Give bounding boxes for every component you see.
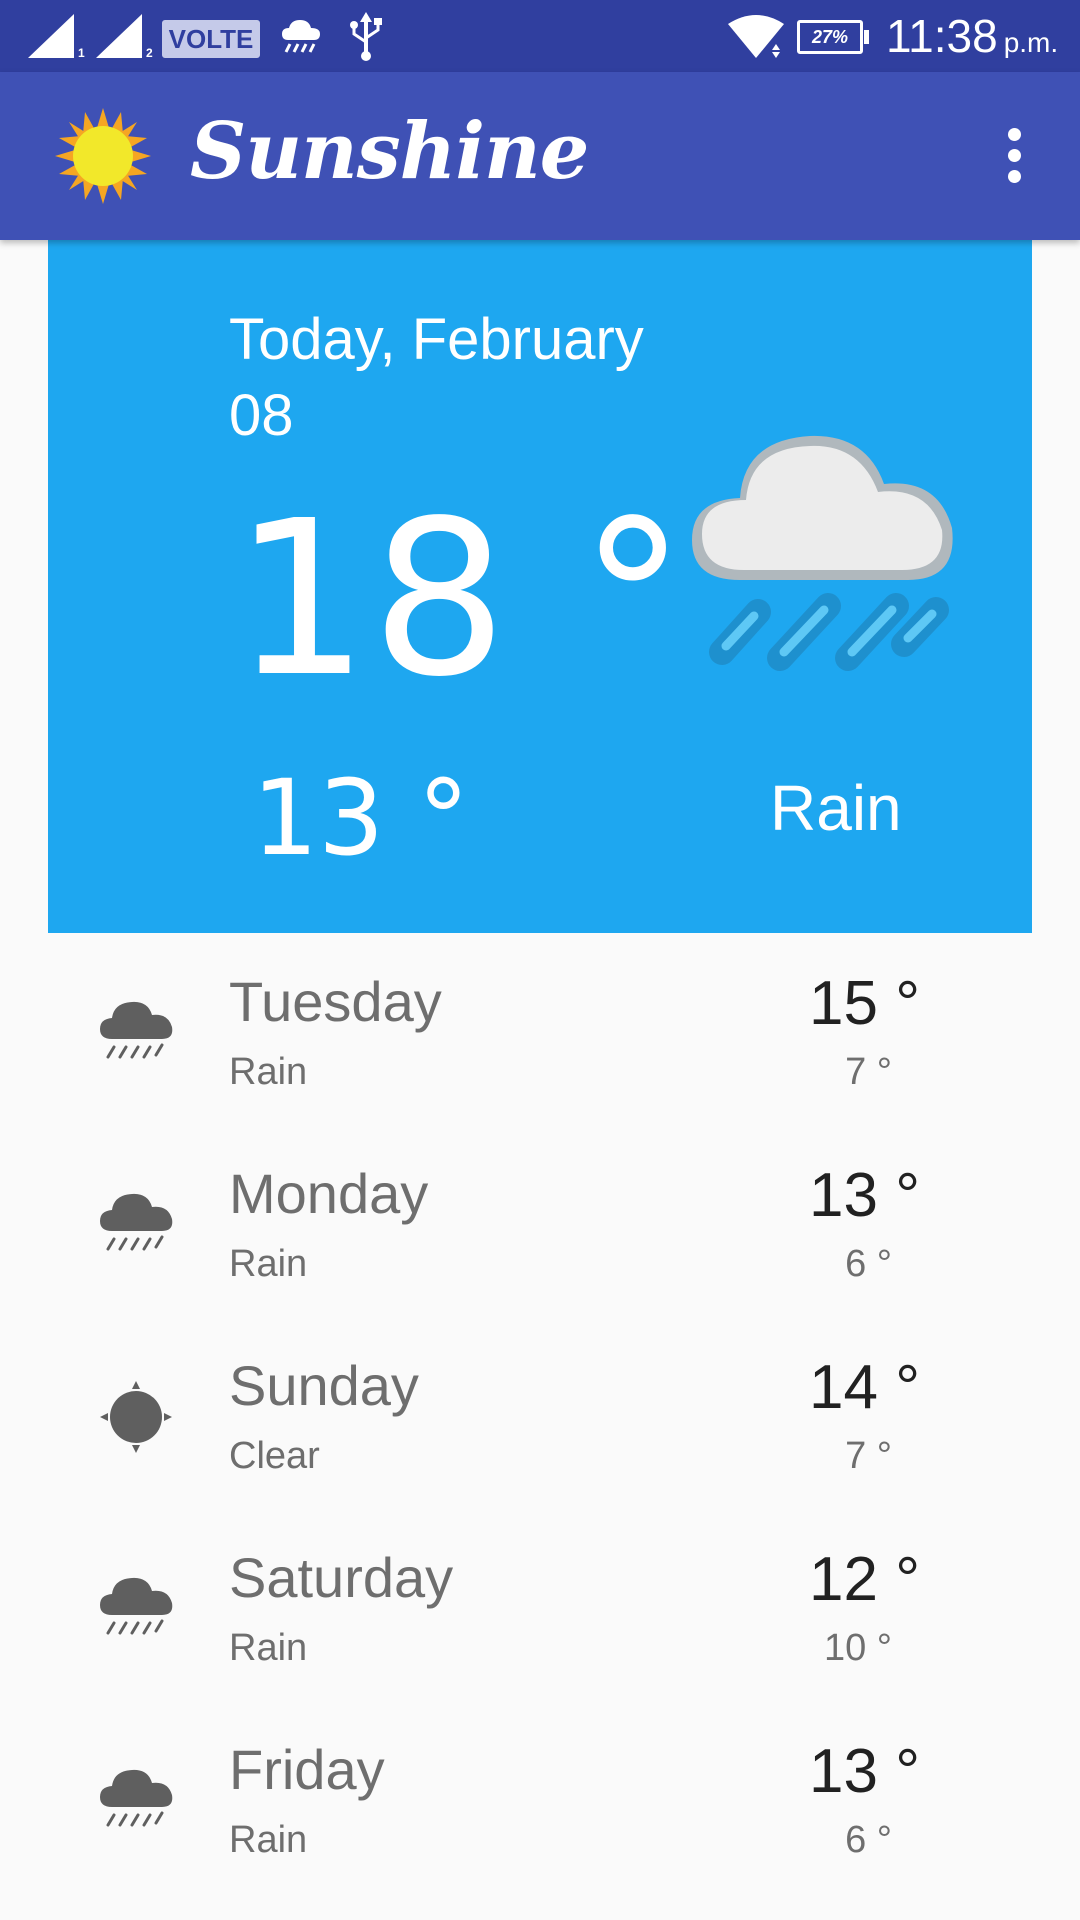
forecast-description: Rain [229, 1243, 308, 1285]
forecast-description: Rain [229, 1051, 308, 1093]
app-title: Sunshine [190, 106, 589, 197]
rain-cloud-art-icon [688, 400, 978, 690]
volte-badge: VOLTE [162, 20, 260, 58]
today-date-line1: Today, February [229, 307, 644, 372]
list-item[interactable]: Friday Rain 13 ° 6 ° [0, 1701, 1080, 1893]
forecast-low-temp: 7 ° [845, 1435, 892, 1477]
clock-ampm: p.m. [1003, 27, 1059, 58]
forecast-description: Rain [229, 1627, 308, 1669]
usb-icon [348, 12, 384, 67]
forecast-high-temp: 15 ° [809, 969, 920, 1038]
today-date: Today, February 08 [229, 302, 679, 454]
battery-indicator: 27% [797, 20, 869, 54]
forecast-high-temp: 13 ° [809, 1737, 920, 1806]
sim1-label: 1 [78, 46, 85, 60]
list-item[interactable]: Monday Rain 13 ° 6 ° [0, 1125, 1080, 1317]
list-item[interactable]: Saturday Rain 12 ° 10 ° [0, 1509, 1080, 1701]
forecast-high-temp: 14 ° [809, 1353, 920, 1422]
today-low-temp: 13 ° [252, 757, 470, 879]
forecast-low-temp: 6 ° [845, 1243, 892, 1285]
forecast-low-temp: 10 ° [823, 1627, 892, 1669]
sim2-label: 2 [146, 46, 153, 60]
status-clock: 11:38 p.m. [886, 8, 1058, 71]
today-description: Rain [770, 772, 902, 844]
rain-notification-icon [280, 18, 322, 61]
app-bar: Sunshine [0, 72, 1080, 240]
list-item[interactable]: Sunday Clear 14 ° 7 ° [0, 1317, 1080, 1509]
wifi-icon [728, 14, 784, 63]
forecast-day: Monday [229, 1162, 429, 1225]
forecast-description: Clear [229, 1435, 320, 1477]
more-vert-icon[interactable] [990, 124, 1038, 188]
forecast-day: Saturday [229, 1546, 454, 1609]
rain-icon [98, 1569, 178, 1649]
forecast-high-temp: 13 ° [809, 1161, 920, 1230]
sun-icon [55, 108, 151, 204]
signal-sim2-icon: 2 [96, 14, 153, 63]
forecast-low-temp: 7 ° [845, 1051, 892, 1093]
today-date-line2: 08 [229, 383, 294, 448]
clock-time: 11:38 [886, 10, 998, 62]
forecast-high-temp: 12 ° [809, 1545, 920, 1614]
rain-icon [98, 1185, 178, 1265]
rain-icon [98, 1761, 178, 1841]
forecast-description: Rain [229, 1819, 308, 1861]
signal-sim1-icon: 1 [28, 14, 85, 63]
rain-icon [98, 993, 178, 1073]
status-bar: 1 2 VOLTE 27% 11:38 p.m. [0, 0, 1080, 72]
forecast-low-temp: 6 ° [845, 1819, 892, 1861]
today-card[interactable]: Today, February 08 18 ° 13 ° Rain [48, 240, 1032, 933]
today-high-temp: 18 ° [233, 475, 689, 724]
list-item[interactable]: Tuesday Rain 15 ° 7 ° [0, 933, 1080, 1125]
sun-icon [98, 1377, 178, 1457]
forecast-day: Sunday [229, 1354, 419, 1417]
forecast-day: Tuesday [229, 970, 442, 1033]
forecast-day: Friday [229, 1738, 385, 1801]
